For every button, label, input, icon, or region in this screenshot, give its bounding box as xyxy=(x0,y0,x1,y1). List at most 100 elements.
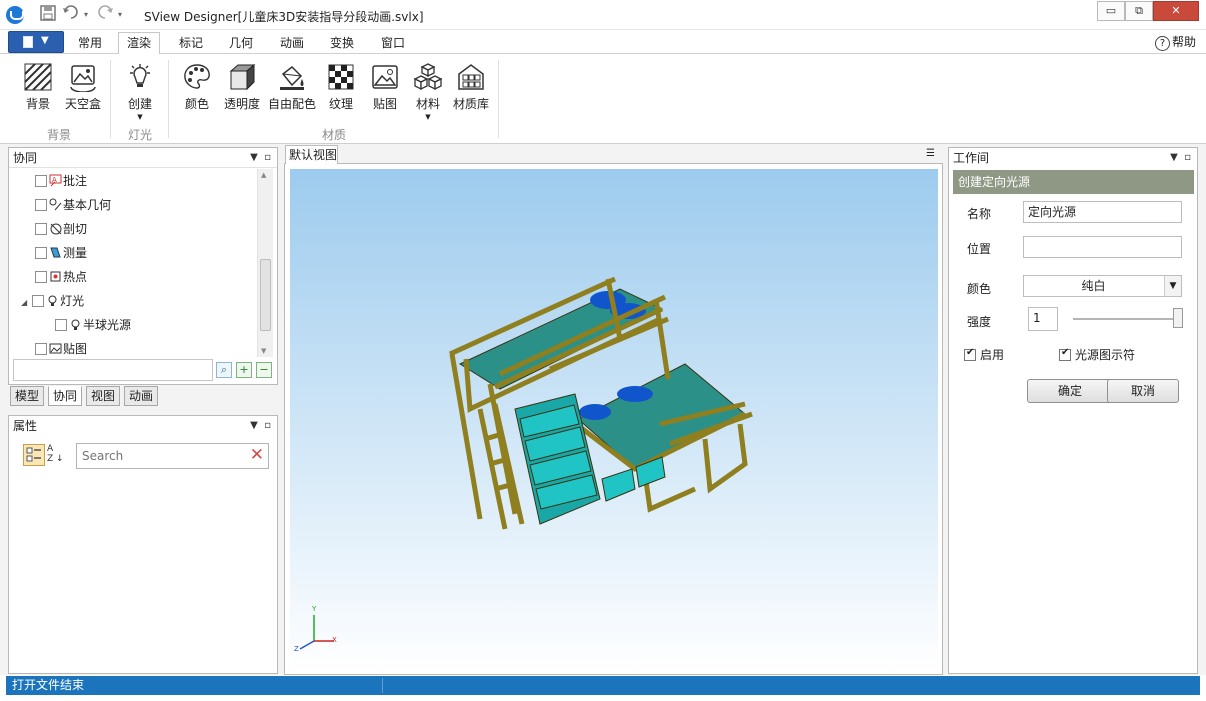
redo-icon[interactable] xyxy=(96,5,114,25)
tree-item-annotation[interactable]: A 批注 xyxy=(35,172,87,189)
color-button[interactable]: 颜色 xyxy=(182,62,212,112)
group-label-background: 背景 xyxy=(47,128,72,142)
tree-item-hemisphere-light[interactable]: 半球光源 xyxy=(55,316,131,333)
chevron-down-icon[interactable]: ▼ xyxy=(1164,276,1181,296)
indicator-checkbox[interactable]: 光源图示符 xyxy=(1059,346,1135,363)
window-title: SView Designer[儿童床3D安装指导分段动画.svlx] xyxy=(144,10,424,24)
material-button[interactable]: 材料 ▼ xyxy=(413,62,443,121)
tab-animation[interactable]: 动画 xyxy=(272,34,312,54)
property-search-input[interactable] xyxy=(80,447,240,465)
clear-search-icon[interactable]: ✕ xyxy=(250,445,264,465)
undo-icon[interactable] xyxy=(62,5,80,25)
enable-checkbox[interactable]: 启用 xyxy=(964,346,1004,363)
tree-item-hotspot[interactable]: 热点 xyxy=(35,268,87,285)
chevron-down-icon: ▼ xyxy=(425,113,431,121)
tab-common[interactable]: 常用 xyxy=(70,34,110,54)
group-label-material: 材质 xyxy=(322,128,347,142)
skybox-button[interactable]: 天空盒 xyxy=(62,62,104,112)
help-button[interactable]: ? 帮助 xyxy=(1154,33,1196,51)
checkbox[interactable] xyxy=(32,295,45,307)
axis-x-label: X xyxy=(332,636,337,644)
intensity-slider-thumb[interactable] xyxy=(1173,308,1183,328)
cube-icon xyxy=(227,62,257,92)
tab-transform[interactable]: 变换 xyxy=(322,34,362,54)
file-menu-button[interactable]: ▼ xyxy=(8,31,64,53)
collab-filter-input[interactable] xyxy=(13,359,213,381)
chevron-down-icon: ▼ xyxy=(137,113,143,121)
app-logo-icon[interactable] xyxy=(6,6,24,24)
tree-item-basic-geometry[interactable]: 基本几何 xyxy=(35,196,111,213)
minimize-button[interactable]: ▭ xyxy=(1097,1,1125,21)
create-light-button[interactable]: 创建 ▼ xyxy=(124,62,156,121)
workspace-panel-title: 工作间 xyxy=(953,151,990,165)
image-icon xyxy=(370,62,400,92)
axis-triad: Y X Z xyxy=(292,605,340,655)
3d-viewport[interactable]: Y X Z xyxy=(290,169,938,673)
texture-button[interactable]: 纹理 xyxy=(326,62,356,112)
tab-render[interactable]: 渲染 xyxy=(118,32,161,55)
tab-collab[interactable]: 协同 xyxy=(48,386,83,406)
cancel-button[interactable]: 取消 xyxy=(1107,379,1179,403)
collapse-all-icon[interactable]: − xyxy=(256,362,272,378)
tree-item-light[interactable]: ◢ 灯光 xyxy=(21,292,84,309)
scroll-down-icon[interactable]: ▼ xyxy=(261,347,266,355)
tab-markup[interactable]: 标记 xyxy=(171,34,211,54)
intensity-slider-track[interactable] xyxy=(1073,308,1183,328)
expand-all-icon[interactable]: + xyxy=(236,362,252,378)
tab-model[interactable]: 模型 xyxy=(10,386,45,406)
material-library-button[interactable]: 材质库 xyxy=(452,62,490,112)
close-button[interactable]: ✕ xyxy=(1153,1,1199,21)
tab-geometry[interactable]: 几何 xyxy=(221,34,261,54)
properties-panel-header: 属性 ▼ ▫ xyxy=(9,416,277,436)
tree-item-decal[interactable]: 贴图 xyxy=(35,340,87,357)
scrollbar-thumb[interactable] xyxy=(260,259,271,331)
panel-menu-icon[interactable]: ▼ xyxy=(1170,152,1178,163)
free-color-button[interactable]: 自由配色 xyxy=(268,62,316,112)
save-icon[interactable] xyxy=(40,5,56,25)
checkbox[interactable] xyxy=(964,347,976,361)
tree-item-section[interactable]: 剖切 xyxy=(35,220,87,237)
name-field[interactable]: 定向光源 xyxy=(1023,201,1182,223)
undo-dropdown-icon[interactable]: ▾ xyxy=(84,10,88,19)
bed-post xyxy=(487,383,518,515)
tab-window[interactable]: 窗口 xyxy=(373,34,413,54)
tab-animation-panel[interactable]: 动画 xyxy=(124,386,159,406)
pin-icon[interactable]: ▫ xyxy=(264,420,271,431)
tab-view[interactable]: 视图 xyxy=(86,386,121,406)
collab-scrollbar[interactable]: ▲ ▼ xyxy=(257,169,273,357)
tree-item-measure[interactable]: 测量 xyxy=(35,244,87,261)
pin-icon[interactable]: ▫ xyxy=(1184,152,1191,163)
checkbox[interactable] xyxy=(35,199,47,211)
categorized-view-icon[interactable] xyxy=(23,444,45,466)
search-icon[interactable]: ⌕ xyxy=(216,362,232,378)
name-label: 名称 xyxy=(967,207,992,221)
checkbox[interactable] xyxy=(35,223,47,235)
expand-arrow-icon[interactable]: ◢ xyxy=(21,298,27,307)
transparency-button[interactable]: 透明度 xyxy=(222,62,262,112)
position-field[interactable] xyxy=(1023,236,1182,258)
background-button[interactable]: 背景 xyxy=(22,62,54,112)
ok-button[interactable]: 确定 xyxy=(1027,379,1113,403)
intensity-field[interactable]: 1 xyxy=(1028,307,1058,331)
sort-alpha-icon[interactable]: AZ ↓ xyxy=(47,444,69,466)
library-icon xyxy=(456,62,486,92)
viewport-menu-icon[interactable]: ☰ xyxy=(926,148,935,159)
scroll-up-icon[interactable]: ▲ xyxy=(261,171,266,179)
quick-access-dropdown-icon[interactable]: ▾ xyxy=(118,10,122,19)
checkbox[interactable] xyxy=(55,319,67,331)
panel-menu-icon[interactable]: ▼ xyxy=(250,152,258,163)
checkbox[interactable] xyxy=(35,271,47,283)
document-icon xyxy=(23,36,33,48)
checkbox[interactable] xyxy=(35,247,47,259)
panel-menu-icon[interactable]: ▼ xyxy=(250,420,258,431)
decal-button[interactable]: 贴图 xyxy=(370,62,400,112)
checkbox[interactable] xyxy=(35,343,47,355)
color-select[interactable]: 纯白 ▼ xyxy=(1023,275,1182,297)
checkbox[interactable] xyxy=(35,175,47,187)
ribbon-separator xyxy=(168,60,169,138)
restore-button[interactable]: ⧉ xyxy=(1125,1,1153,21)
default-view-tab[interactable]: 默认视图 xyxy=(285,145,338,164)
pin-icon[interactable]: ▫ xyxy=(264,152,271,163)
checkbox[interactable] xyxy=(1059,347,1071,361)
lightbulb-icon xyxy=(48,295,57,306)
